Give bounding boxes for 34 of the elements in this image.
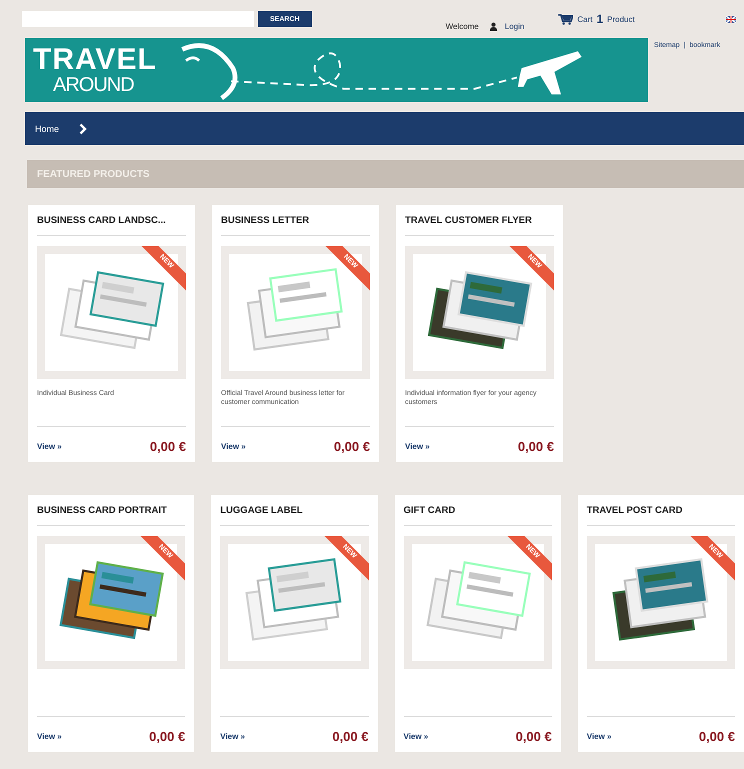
- product-price: 0,00 €: [518, 438, 554, 454]
- cart-count: 1: [596, 12, 604, 26]
- view-link[interactable]: View »: [221, 442, 246, 451]
- chevron-right-icon: [79, 122, 88, 134]
- view-link[interactable]: View »: [404, 732, 428, 741]
- logo-text: TRAVEL: [33, 45, 157, 75]
- product-price: 0,00 €: [698, 728, 735, 744]
- view-link[interactable]: View »: [37, 732, 62, 741]
- product-price: 0,00 €: [516, 728, 552, 744]
- product-price: 0,00 €: [332, 728, 368, 744]
- product-price: 0,00 €: [334, 438, 370, 454]
- product-title[interactable]: BUSINESS CARD PORTRAIT: [37, 505, 186, 521]
- login-link[interactable]: Login: [504, 22, 524, 30]
- cart-icon[interactable]: [558, 14, 574, 24]
- product-title[interactable]: TRAVEL CUSTOMER FLYER: [405, 215, 554, 231]
- user-icon: [488, 22, 498, 30]
- cart-label[interactable]: Cart: [577, 14, 592, 24]
- product-price: 0,00 €: [149, 728, 186, 744]
- cart-unit: Product: [607, 14, 635, 24]
- product-price: 0,00 €: [150, 438, 186, 454]
- product-title[interactable]: LUGGAGE LABEL: [220, 505, 368, 521]
- view-link[interactable]: View »: [405, 442, 430, 451]
- welcome-text: Welcome: [446, 22, 479, 30]
- product-title[interactable]: BUSINESS LETTER: [221, 215, 370, 231]
- view-link[interactable]: View »: [37, 442, 62, 451]
- home-link[interactable]: Home: [35, 124, 60, 134]
- product-title[interactable]: TRAVEL POST CARD: [586, 505, 735, 521]
- logo-text: AROUND: [52, 75, 135, 95]
- search-field[interactable]: [22, 11, 254, 27]
- product-title[interactable]: GIFT CARD: [404, 505, 552, 521]
- product-title[interactable]: BUSINESS CARD LANDSC...: [37, 215, 186, 231]
- flag-icon[interactable]: [726, 16, 736, 22]
- view-link[interactable]: View »: [586, 732, 612, 741]
- view-link[interactable]: View »: [220, 732, 246, 741]
